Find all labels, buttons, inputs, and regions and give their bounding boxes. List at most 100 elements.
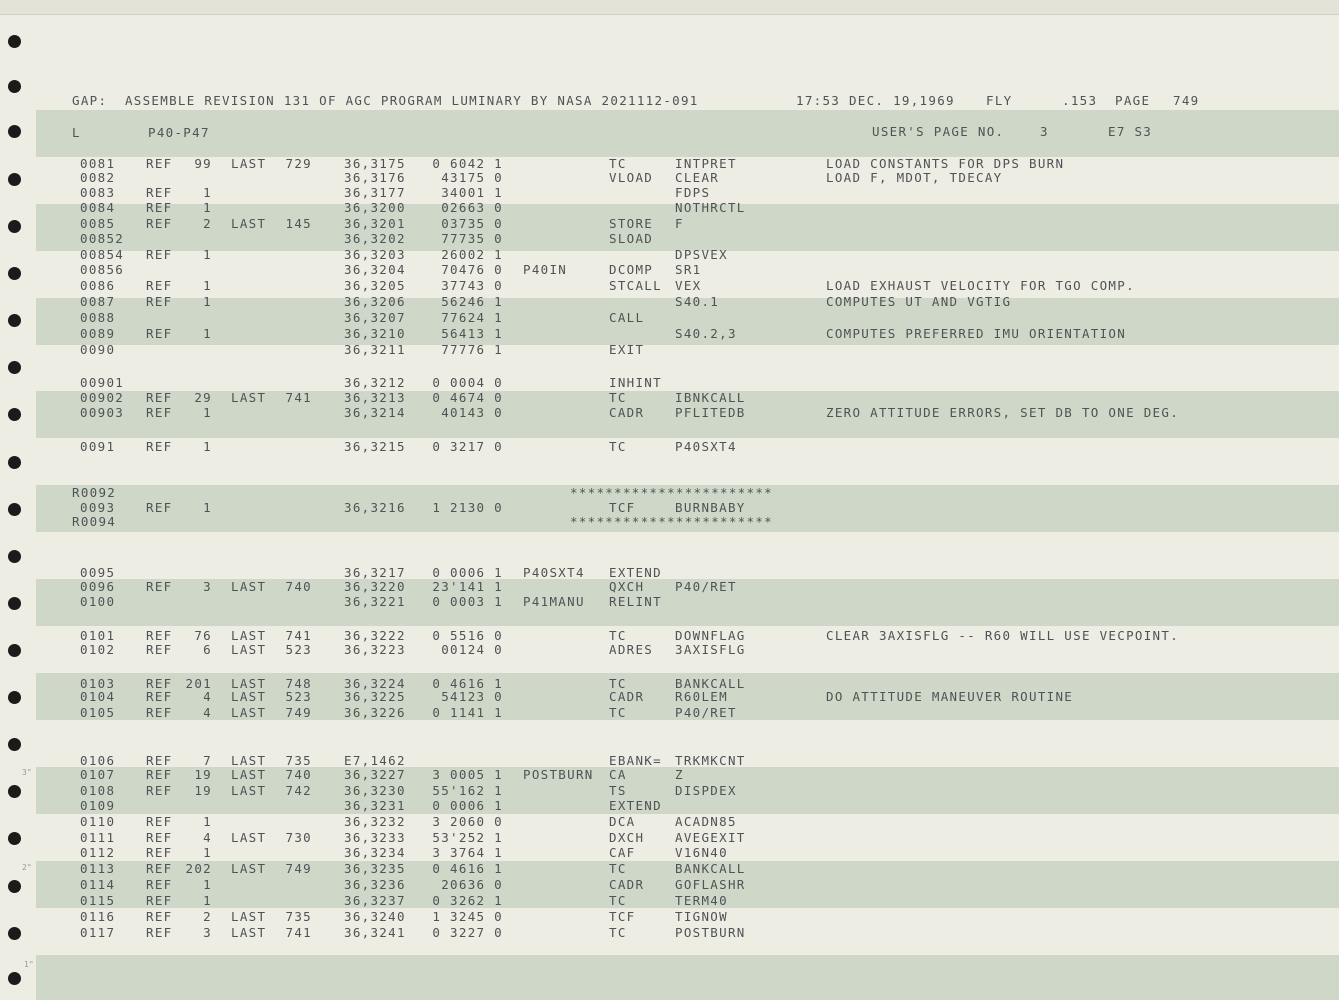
octal-word: 54123 0 (441, 689, 503, 704)
tractor-feed-hole (8, 80, 21, 93)
memory-address: 36,3205 (344, 278, 406, 293)
octal-word: 0 4674 0 (432, 390, 503, 405)
bank-code: E7 S3 (1108, 124, 1153, 139)
memory-address: 36,3201 (344, 216, 406, 231)
octal-word: 0 1141 1 (432, 705, 503, 720)
tractor-feed-hole (8, 361, 21, 374)
listing-seq-number: 0110 (80, 814, 116, 829)
memory-address: 36,3234 (344, 845, 406, 860)
comment-text: COMPUTES UT AND VGTIG (826, 294, 1012, 309)
users-page-number: 3 (1040, 124, 1049, 139)
listing-seq-number: 0081 (80, 156, 116, 171)
listing-seq-number: 0109 (80, 798, 116, 813)
memory-address: 36,3204 (344, 262, 406, 277)
opcode: TCF (609, 500, 636, 515)
ref-count: 29 (194, 390, 212, 405)
listing-fly: FLY (986, 93, 1013, 108)
listing-seq-number: 0093 (80, 500, 116, 515)
memory-address: 36,3206 (344, 294, 406, 309)
opcode: VLOAD (609, 170, 654, 185)
last-keyword: LAST (231, 628, 267, 643)
operand: VEX (675, 278, 702, 293)
operand: P40/RET (675, 579, 737, 594)
listing-seq-number: 0086 (80, 278, 116, 293)
octal-word: 0 5516 0 (432, 628, 503, 643)
octal-word: 1 3245 0 (432, 909, 503, 924)
operand: DOWNFLAG (675, 628, 746, 643)
opcode: EXTEND (609, 565, 662, 580)
last-page: 523 (285, 642, 312, 657)
memory-address: 36,3223 (344, 642, 406, 657)
opcode: INHINT (609, 375, 662, 390)
operand: DPSVEX (675, 247, 728, 262)
ref-keyword: REF (146, 909, 173, 924)
last-page: 735 (285, 909, 312, 924)
listing-seq-number: 00856 (80, 262, 125, 277)
last-page: 730 (285, 830, 312, 845)
listing-seq-number: 0114 (80, 877, 116, 892)
listing-seq-number: 00903 (80, 405, 125, 420)
last-keyword: LAST (231, 909, 267, 924)
memory-address: 36,3207 (344, 310, 406, 325)
opcode: EBANK= (609, 753, 662, 768)
opcode: EXIT (609, 342, 645, 357)
octal-word: 0 3217 0 (432, 439, 503, 454)
ref-count: 1 (203, 845, 212, 860)
last-keyword: LAST (231, 767, 267, 782)
memory-address: 36,3233 (344, 830, 406, 845)
memory-address: 36,3210 (344, 326, 406, 341)
listing-seq-number: 00854 (80, 247, 125, 262)
ref-count: 1 (203, 877, 212, 892)
memory-address: 36,3175 (344, 156, 406, 171)
operand: F (675, 216, 684, 231)
listing-seq-number: 0107 (80, 767, 116, 782)
tractor-feed-hole (8, 927, 21, 940)
comment-text: COMPUTES PREFERRED IMU ORIENTATION (826, 326, 1127, 341)
last-keyword: LAST (231, 925, 267, 940)
octal-word: 70476 0 (441, 262, 503, 277)
operand: S40.2,3 (675, 326, 737, 341)
last-keyword: LAST (231, 216, 267, 231)
tractor-feed-hole (8, 597, 21, 610)
ref-count: 2 (203, 216, 212, 231)
listing-seq-number: 00902 (80, 390, 125, 405)
ref-count: 4 (203, 705, 212, 720)
listing-seq-number: 0117 (80, 925, 116, 940)
listing-seq-number: 0106 (80, 753, 116, 768)
opcode: TC (609, 390, 627, 405)
octal-word: 3 3764 1 (432, 845, 503, 860)
memory-address: 36,3235 (344, 861, 406, 876)
memory-address: E7,1462 (344, 753, 406, 768)
tractor-feed-hole (8, 456, 21, 469)
opcode: TS (609, 783, 627, 798)
operand: S40.1 (675, 294, 720, 309)
tractor-feed-hole (8, 832, 21, 845)
memory-address: 36,3232 (344, 814, 406, 829)
opcode: QXCH (609, 579, 645, 594)
memory-address: 36,3217 (344, 565, 406, 580)
opcode: EXTEND (609, 798, 662, 813)
listing-seq-number: 0082 (80, 170, 116, 185)
octal-word: 23'141 1 (432, 579, 503, 594)
ref-count: 1 (203, 326, 212, 341)
tractor-feed-hole (8, 173, 21, 186)
memory-address: 36,3202 (344, 231, 406, 246)
ref-keyword: REF (146, 845, 173, 860)
listing-seq-number: 0108 (80, 783, 116, 798)
listing-seq-number: 0112 (80, 845, 116, 860)
tractor-feed-hole (8, 691, 21, 704)
listing-seq-number: 0105 (80, 705, 116, 720)
statement-label: P41MANU (523, 594, 585, 609)
opcode: STORE (609, 216, 654, 231)
octal-word: 77735 0 (441, 231, 503, 246)
octal-word: 77624 1 (441, 310, 503, 325)
memory-address: 36,3226 (344, 705, 406, 720)
ref-count: 1 (203, 200, 212, 215)
listing-seq-number: 0115 (80, 893, 116, 908)
memory-address: 36,3222 (344, 628, 406, 643)
asterisk-banner: *********************** (570, 485, 773, 500)
memory-address: 36,3213 (344, 390, 406, 405)
comment-text: DO ATTITUDE MANEUVER ROUTINE (826, 689, 1074, 704)
listing-seq-number: 0083 (80, 185, 116, 200)
ref-keyword: REF (146, 405, 173, 420)
